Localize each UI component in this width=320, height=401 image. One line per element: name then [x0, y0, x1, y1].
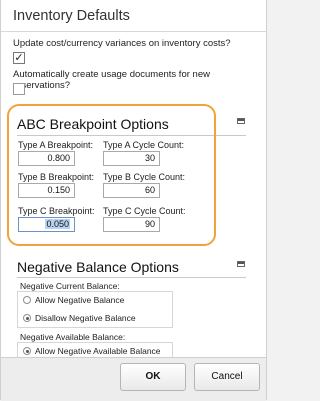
title-divider [1, 31, 266, 32]
update-variances-checkbox[interactable]: ✓ [13, 52, 25, 64]
negative-current-label: Negative Current Balance: [20, 281, 120, 291]
cancel-button[interactable]: Cancel [194, 363, 260, 391]
checkmark-icon: ✓ [14, 52, 24, 64]
radio-unselected-icon [23, 296, 31, 304]
inventory-defaults-dialog: Inventory Defaults Update cost/currency … [0, 0, 267, 401]
dialog-title: Inventory Defaults [13, 8, 130, 24]
radio-selected-icon [23, 314, 31, 322]
negative-section-title: Negative Balance Options [17, 259, 179, 275]
abc-highlight-outline [7, 104, 216, 246]
ok-button[interactable]: OK [120, 363, 186, 391]
collapse-section-icon[interactable] [237, 118, 245, 124]
negative-section-divider [17, 277, 246, 278]
radio-selected-icon [23, 347, 31, 355]
update-variances-label: Update cost/currency variances on invent… [13, 38, 231, 49]
usage-documents-checkbox[interactable] [13, 83, 25, 95]
usage-documents-label: Automatically create usage documents for… [13, 69, 210, 91]
collapse-section-icon[interactable] [237, 261, 245, 267]
negative-available-label: Negative Available Balance: [20, 332, 126, 342]
